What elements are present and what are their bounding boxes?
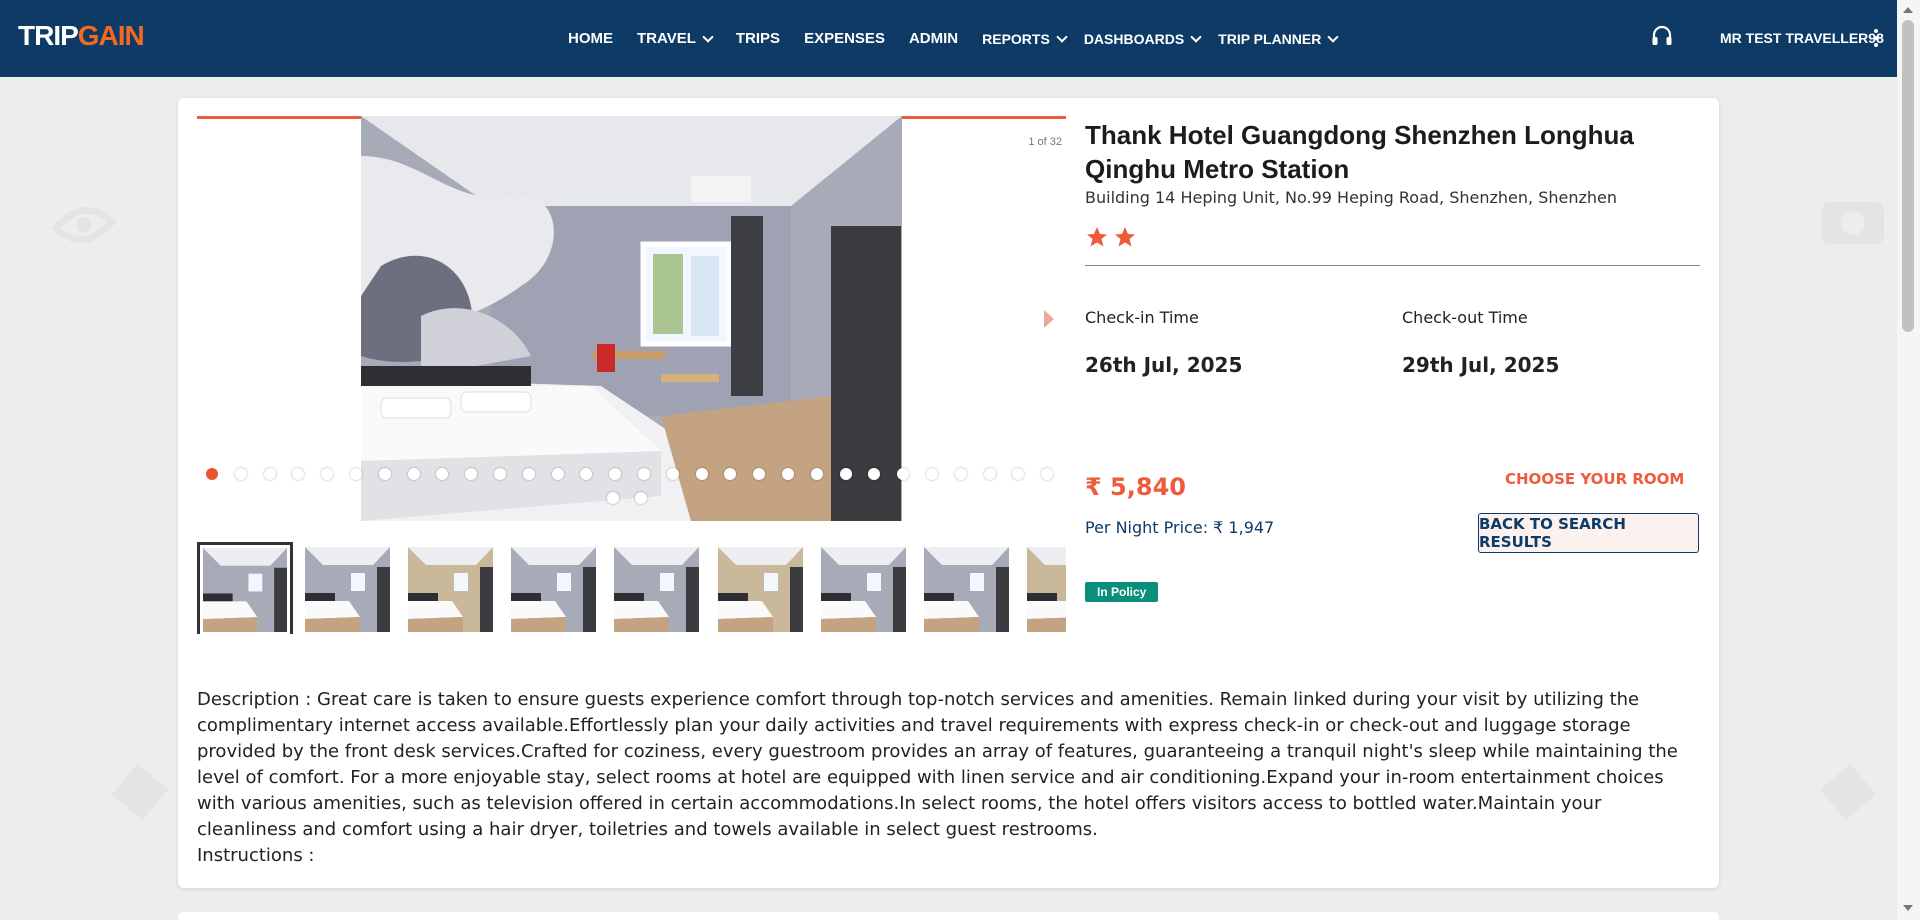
per-night-price: Per Night Price: ₹ 1,947: [1085, 518, 1275, 537]
nav-label: TRIP PLANNER: [1218, 30, 1322, 47]
nav-home[interactable]: HOME: [568, 30, 613, 47]
kebab-icon[interactable]: [1874, 29, 1878, 47]
carousel-dot[interactable]: [695, 468, 708, 480]
nav-label: ADMIN: [908, 30, 959, 47]
page-scrollbar[interactable]: [1897, 0, 1920, 920]
carousel-dot[interactable]: [1012, 468, 1025, 480]
next-image-arrow-icon[interactable]: [1044, 310, 1054, 328]
watermark-camera-icon: [1822, 202, 1884, 244]
nav-label: TRIPS: [735, 30, 781, 47]
hotel-address: Building 14 Heping Unit, No.99 Heping Ro…: [1085, 188, 1618, 207]
carousel-dot[interactable]: [897, 468, 910, 480]
description-text: Description : Great care is taken to ens…: [197, 689, 1678, 840]
carousel-dot[interactable]: [926, 468, 938, 480]
carousel-dot[interactable]: [635, 492, 647, 504]
next-card: [178, 912, 1719, 920]
hotel-description: Description : Great care is taken to ens…: [197, 687, 1702, 869]
tripgain-logo[interactable]: TRIPGAIN: [18, 20, 145, 52]
carousel-dot[interactable]: [839, 468, 852, 480]
nav-travel[interactable]: TRAVEL: [637, 30, 714, 47]
thumbnail-image[interactable]: [305, 547, 390, 632]
image-carousel: 1 of 32: [197, 116, 1066, 521]
carousel-dot[interactable]: [782, 468, 794, 480]
thumbnail-image[interactable]: [821, 547, 906, 632]
nav-dashboards[interactable]: DASHBOARDS: [1083, 30, 1202, 47]
thumbnail-image[interactable]: [197, 542, 293, 634]
divider: [1085, 265, 1700, 266]
carousel-dot[interactable]: [638, 468, 650, 480]
carousel-dot[interactable]: [494, 468, 506, 480]
chevron-down-icon: [1190, 30, 1202, 43]
star-icon: [1087, 227, 1107, 247]
thumbnail-image[interactable]: [408, 547, 493, 632]
scroll-up-icon[interactable]: [1903, 7, 1913, 13]
nav-trips[interactable]: TRIPS: [736, 30, 780, 47]
hotel-info: Thank Hotel Guangdong Shenzhen Longhua Q…: [1085, 118, 1700, 602]
chevron-down-icon: [1327, 30, 1340, 43]
checkout-label: Check-out Time: [1402, 308, 1528, 327]
carousel-dot[interactable]: [350, 468, 362, 480]
thumbnail-strip: [197, 542, 1066, 634]
carousel-dot[interactable]: [234, 468, 247, 480]
checkin-date: 26th Jul, 2025: [1085, 353, 1243, 377]
total-price: ₹ 5,840: [1085, 473, 1186, 501]
chevron-down-icon: [1056, 30, 1068, 43]
nav-label: TRAVEL: [637, 30, 696, 47]
carousel-dot[interactable]: [983, 468, 996, 480]
carousel-dot[interactable]: [378, 468, 391, 480]
watermark-chip-icon: [1819, 763, 1877, 821]
in-policy-badge: In Policy: [1085, 582, 1159, 602]
carousel-dot[interactable]: [666, 468, 679, 480]
user-name[interactable]: MR TEST TRAVELLER98: [1720, 30, 1884, 46]
watermark-chip-icon: [111, 763, 169, 821]
nav-reports[interactable]: REPORTS: [982, 30, 1068, 47]
carousel-dot[interactable]: [407, 468, 420, 480]
back-to-search-button[interactable]: BACK TO SEARCH RESULTS: [1478, 513, 1699, 553]
scroll-down-icon[interactable]: [1903, 905, 1913, 911]
scrollbar-thumb[interactable]: [1902, 20, 1914, 332]
thumbnail-image[interactable]: [511, 547, 596, 632]
nav-admin[interactable]: ADMIN: [909, 30, 958, 47]
thumbnail-image[interactable]: [1027, 547, 1066, 632]
carousel-dot[interactable]: [810, 468, 823, 480]
nav-label: HOME: [568, 30, 613, 47]
nav-label: REPORTS: [982, 30, 1050, 47]
carousel-dot[interactable]: [263, 468, 276, 480]
main-nav: HOME TRAVEL TRIPS EXPENSES ADMIN REPORTS DASHB…: [568, 0, 1355, 77]
nav-label: DASHBOARDS: [1083, 30, 1185, 47]
chevron-down-icon: [702, 30, 714, 43]
choose-room-link[interactable]: CHOOSE YOUR ROOM: [1505, 470, 1684, 488]
hotel-name: Thank Hotel Guangdong Shenzhen Longhua Q…: [1085, 120, 1634, 184]
main-hotel-photo[interactable]: [361, 116, 902, 521]
thumbnail-image[interactable]: [614, 547, 699, 632]
carousel-dot[interactable]: [1041, 468, 1054, 480]
top-navigation-bar: TRIPGAIN HOME TRAVEL TRIPS EXPENSES ADMIN REP…: [0, 0, 1897, 77]
carousel-dot[interactable]: [206, 468, 218, 480]
hotel-details-card: 1 of 32 Thank Hotel Guangdong Shenzhen L…: [178, 98, 1719, 888]
instructions-label: Instructions :: [197, 845, 315, 866]
image-counter: 1 of 32: [1028, 136, 1062, 148]
carousel-dot[interactable]: [292, 468, 305, 480]
nav-trip-planner[interactable]: TRIP PLANNER: [1218, 30, 1340, 47]
carousel-dot[interactable]: [954, 468, 967, 480]
headset-icon[interactable]: [1650, 24, 1674, 48]
checkin-label: Check-in Time: [1085, 308, 1199, 327]
watermark-eye-icon: [52, 206, 116, 244]
checkout-date: 29th Jul, 2025: [1402, 353, 1560, 377]
carousel-dot[interactable]: [607, 492, 619, 504]
star-icon: [1115, 227, 1135, 247]
star-rating: [1085, 225, 1700, 249]
carousel-dot[interactable]: [522, 468, 535, 480]
carousel-dot[interactable]: [551, 468, 564, 480]
carousel-dot[interactable]: [321, 468, 334, 480]
thumbnail-image[interactable]: [924, 547, 1009, 632]
nav-label: EXPENSES: [804, 30, 885, 47]
nav-expenses[interactable]: EXPENSES: [804, 30, 885, 47]
thumbnail-image[interactable]: [718, 547, 803, 632]
